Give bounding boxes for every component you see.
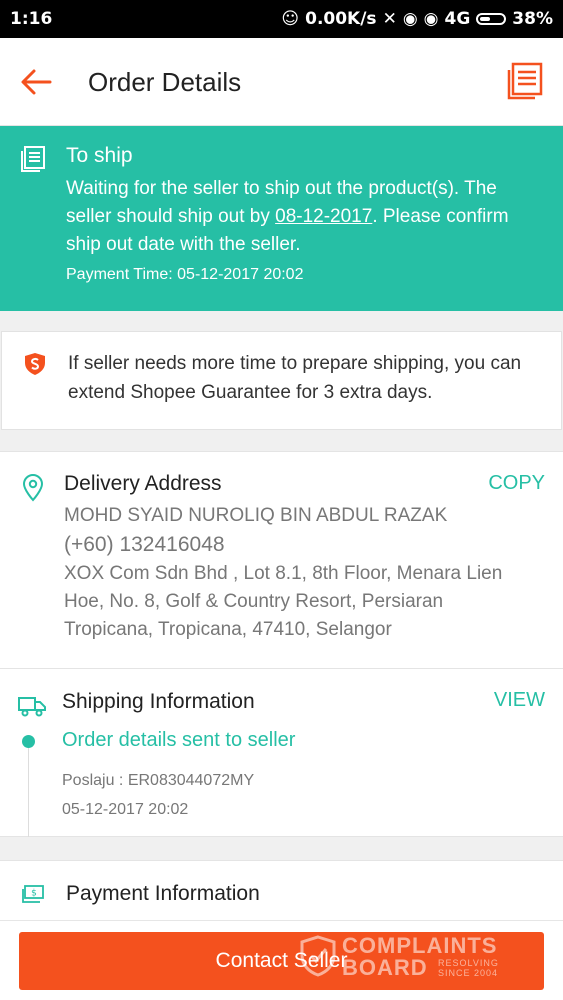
- vibrate-icon: ◉: [402, 9, 418, 29]
- net-speed: 0.00K/s: [305, 9, 377, 29]
- app-bar: Order Details: [0, 38, 563, 126]
- shipping-information-section: Shipping Information VIEW Order details …: [0, 669, 563, 837]
- delivery-address-heading: Delivery Address: [64, 472, 222, 495]
- battery-level: 38%: [512, 9, 553, 29]
- guarantee-notice[interactable]: If seller needs more time to prepare shi…: [1, 331, 562, 430]
- mute-icon: ✕: [382, 9, 397, 29]
- recipient-address: XOX Com Sdn Bhd , Lot 8.1, 8th Floor, Me…: [64, 563, 503, 640]
- shopee-guarantee-shield-icon: [25, 353, 45, 375]
- signal-icon: ◉: [423, 9, 439, 29]
- tracking-number: Poslaju : ER083044072MY: [62, 772, 255, 789]
- status-message: Waiting for the seller to ship out the p…: [66, 175, 546, 259]
- view-button[interactable]: VIEW: [494, 689, 545, 712]
- order-status: To ship: [66, 144, 133, 167]
- arrow-left-icon[interactable]: [18, 64, 54, 100]
- copy-button[interactable]: COPY: [488, 472, 545, 495]
- battery-icon: [476, 13, 507, 25]
- page-title: Order Details: [88, 67, 242, 97]
- watermark-tag2: SINCE 2004: [438, 968, 499, 978]
- latest-shipping-event: Order details sent to seller: [62, 729, 296, 751]
- document-list-icon[interactable]: [507, 62, 543, 100]
- watermark: COMPLAINTS BOARD RESOLVING SINCE 2004: [300, 933, 515, 981]
- watermark-line2: BOARD: [342, 955, 428, 980]
- document-icon: [21, 146, 45, 172]
- recipient-phone: (+60) 132416048: [64, 533, 225, 556]
- timeline-dot: [22, 735, 35, 748]
- order-status-banner: To ship Waiting for the seller to ship o…: [0, 126, 563, 311]
- location-pin-icon: [22, 474, 44, 502]
- watermark-tagline: RESOLVING SINCE 2004: [438, 958, 518, 978]
- money-icon: $: [22, 885, 44, 903]
- status-icons: ☺ 0.00K/s ✕ ◉ ◉ 4G 38%: [281, 9, 553, 29]
- status-time: 1:16: [10, 9, 53, 29]
- guarantee-text: If seller needs more time to prepare shi…: [68, 353, 522, 403]
- status-bar: 1:16 ☺ 0.00K/s ✕ ◉ ◉ 4G 38%: [0, 0, 563, 38]
- recipient-name: MOHD SYAID NUROLIQ BIN ABDUL RAZAK: [64, 505, 448, 526]
- delivery-address-section: Delivery Address COPY MOHD SYAID NUROLIQ…: [0, 451, 563, 669]
- event-time: 05-12-2017 20:02: [62, 801, 189, 818]
- payment-information-heading: Payment Information: [66, 882, 260, 905]
- ship-by-date[interactable]: 08-12-2017: [275, 206, 372, 227]
- shipping-information-heading: Shipping Information: [62, 690, 255, 713]
- smiley-icon: ☺: [281, 9, 300, 29]
- payment-time: Payment Time: 05-12-2017 20:02: [66, 266, 304, 283]
- truck-icon: [18, 697, 46, 717]
- timeline-line: [28, 748, 29, 837]
- watermark-tag1: RESOLVING: [438, 958, 499, 968]
- network-type: 4G: [444, 9, 471, 29]
- watermark-shield-icon: [300, 935, 336, 977]
- svg-text:$: $: [31, 889, 37, 899]
